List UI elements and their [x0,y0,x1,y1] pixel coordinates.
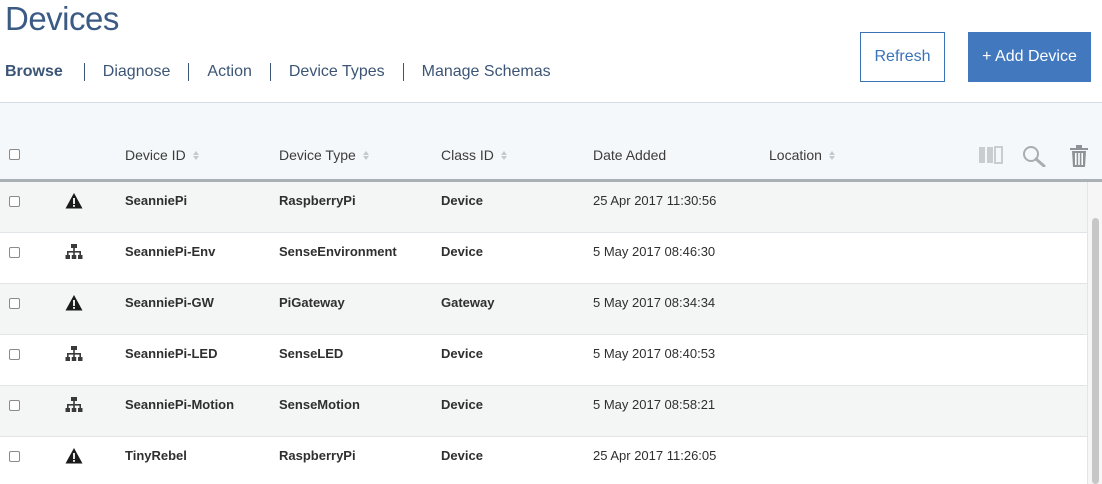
row-checkbox[interactable] [9,247,20,258]
date-added: 5 May 2017 08:46:30 [593,244,716,259]
device-id[interactable]: SeanniePi-LED [125,335,217,373]
class-id: Device [441,346,483,361]
refresh-button[interactable]: Refresh [860,32,945,82]
device-type: RaspberryPi [279,448,356,463]
table-row[interactable]: SeanniePi RaspberryPi Device 25 Apr 2017… [0,182,1087,233]
column-header-class-id[interactable]: Class ID [441,147,507,163]
date-added: 5 May 2017 08:40:53 [593,346,716,361]
device-type: SenseLED [279,346,344,361]
network-icon [65,396,83,414]
column-header-location[interactable]: Location [769,147,835,163]
search-icon[interactable] [1022,145,1048,172]
sort-icon [828,150,835,160]
column-header-label: Device ID [125,147,186,163]
page-title: Devices [5,0,119,37]
table-row[interactable]: SeanniePi-Motion SenseMotion Device 5 Ma… [0,386,1087,437]
device-type: PiGateway [279,295,345,310]
device-type: SenseEnvironment [279,244,397,259]
table-row[interactable]: TinyRebel RaspberryPi Device 25 Apr 2017… [0,437,1087,484]
warning-icon [65,192,83,210]
table-row[interactable]: SeanniePi-GW PiGateway Gateway 5 May 201… [0,284,1087,335]
date-added: 5 May 2017 08:34:34 [593,295,716,310]
date-added: 25 Apr 2017 11:30:56 [593,193,717,208]
column-header-label: Class ID [441,147,494,163]
table-row[interactable]: SeanniePi-Env SenseEnvironment Device 5 … [0,233,1087,284]
sort-icon [362,150,369,160]
row-checkbox[interactable] [9,298,20,309]
column-header-device-type[interactable]: Device Type [279,147,369,163]
tab-diagnose[interactable]: Diagnose [83,63,189,81]
table-scrollbar[interactable] [1087,182,1102,484]
device-table-body: SeanniePi RaspberryPi Device 25 Apr 2017… [0,182,1087,484]
device-type: RaspberryPi [279,193,356,208]
select-all-checkbox[interactable] [9,149,20,160]
columns-icon[interactable] [978,145,1004,170]
warning-icon [65,294,83,312]
scrollbar-thumb[interactable] [1092,218,1099,484]
column-header-date-added[interactable]: Date Added [593,147,666,163]
tab-action[interactable]: Action [188,63,269,81]
column-header-label: Device Type [279,147,356,163]
table-row[interactable]: SeanniePi-LED SenseLED Device 5 May 2017… [0,335,1087,386]
add-device-button[interactable]: + Add Device [968,32,1091,82]
column-header-label: Location [769,147,822,163]
class-id: Device [441,193,483,208]
tab-manage-schemas[interactable]: Manage Schemas [402,63,569,81]
class-id: Device [441,244,483,259]
class-id: Device [441,448,483,463]
table-header: Device ID Device Type Class ID Date Adde… [0,102,1102,182]
network-icon [65,243,83,261]
date-added: 5 May 2017 08:58:21 [593,397,716,412]
view-tabs: Browse Diagnose Action Device Types Mana… [5,61,569,83]
class-id: Gateway [441,295,495,310]
sort-icon [192,150,199,160]
device-id[interactable]: SeanniePi-Env [125,233,215,271]
row-checkbox[interactable] [9,349,20,360]
warning-icon [65,447,83,465]
device-id[interactable]: SeanniePi-GW [125,284,214,322]
device-id[interactable]: SeanniePi [125,182,187,220]
device-id[interactable]: SeanniePi-Motion [125,386,234,424]
row-checkbox[interactable] [9,451,20,462]
column-header-device-id[interactable]: Device ID [125,147,199,163]
network-icon [65,345,83,363]
trash-icon[interactable] [1069,145,1089,172]
device-id[interactable]: TinyRebel [125,437,187,475]
column-header-label: Date Added [593,147,667,163]
tab-device-types[interactable]: Device Types [269,63,403,81]
row-checkbox[interactable] [9,400,20,411]
date-added: 25 Apr 2017 11:26:05 [593,448,717,463]
row-checkbox[interactable] [9,196,20,207]
class-id: Device [441,397,483,412]
sort-icon [500,150,507,160]
tab-browse[interactable]: Browse [5,63,84,81]
device-type: SenseMotion [279,397,360,412]
